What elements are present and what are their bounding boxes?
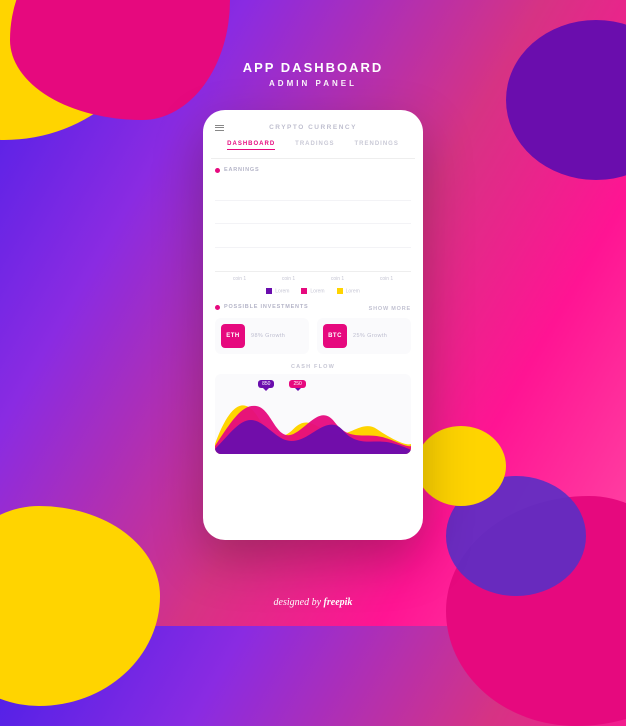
x-label: coin 1 [233, 276, 246, 282]
x-label: coin 1 [331, 276, 344, 282]
gridline [215, 200, 411, 201]
swatch-icon [301, 288, 307, 294]
cashflow-area-chart: 850 250 [215, 374, 411, 454]
swatch-icon [266, 288, 272, 294]
phone-top-bar: CRYPTO CURRENCY [215, 124, 411, 131]
dot-icon [215, 168, 220, 173]
cashflow-label: CASH FLOW [215, 364, 411, 370]
ticker-badge: BTC [323, 324, 347, 348]
earnings-label: EARNINGS [215, 167, 411, 173]
investments-list: ETH 98% Growth BTC 25% Growth [215, 318, 411, 354]
page-subtitle: ADMIN PANEL [0, 79, 626, 88]
divider [211, 158, 415, 159]
blob-shape [506, 20, 626, 180]
page-title: APP DASHBOARD [0, 60, 626, 75]
chart-marker: 850 [258, 380, 274, 388]
ticker-badge: ETH [221, 324, 245, 348]
gridline [215, 223, 411, 224]
area-svg [215, 374, 411, 454]
footer-credit: designed by freepik [0, 597, 626, 608]
investment-card[interactable]: ETH 98% Growth [215, 318, 309, 354]
investment-card[interactable]: BTC 25% Growth [317, 318, 411, 354]
x-label: coin 1 [380, 276, 393, 282]
growth-text: 98% Growth [251, 333, 285, 339]
investments-header: POSSIBLE INVESTMENTS SHOW MORE [215, 304, 411, 314]
app-title: CRYPTO CURRENCY [232, 124, 394, 131]
tab-tradings[interactable]: TRADINGS [295, 141, 334, 150]
show-more-button[interactable]: SHOW MORE [369, 306, 411, 312]
growth-text: 25% Growth [353, 333, 387, 339]
investments-label: POSSIBLE INVESTMENTS [215, 304, 308, 310]
blob-shape [416, 426, 506, 506]
chart-marker: 250 [289, 380, 305, 388]
x-axis-labels: coin 1 coin 1 coin 1 coin 1 [215, 276, 411, 282]
credit-brand: freepik [324, 597, 353, 608]
legend-item: Lorem [301, 288, 324, 294]
earnings-bar-chart [215, 177, 411, 272]
credit-prefix: designed by [274, 597, 324, 608]
x-label: coin 1 [282, 276, 295, 282]
legend-item: Lorem [337, 288, 360, 294]
tab-dashboard[interactable]: DASHBOARD [227, 141, 275, 150]
legend-item: Lorem [266, 288, 289, 294]
investments-label-text: POSSIBLE INVESTMENTS [224, 304, 308, 310]
dot-icon [215, 305, 220, 310]
phone-frame: CRYPTO CURRENCY DASHBOARD TRADINGS TREND… [203, 110, 423, 540]
swatch-icon [337, 288, 343, 294]
gridline [215, 247, 411, 248]
tab-bar: DASHBOARD TRADINGS TRENDINGS [215, 141, 411, 150]
menu-icon[interactable] [215, 125, 224, 131]
earnings-label-text: EARNINGS [224, 167, 259, 173]
page-header: APP DASHBOARD ADMIN PANEL [0, 60, 626, 88]
tab-trendings[interactable]: TRENDINGS [355, 141, 399, 150]
chart-legend: Lorem Lorem Lorem [215, 288, 411, 294]
